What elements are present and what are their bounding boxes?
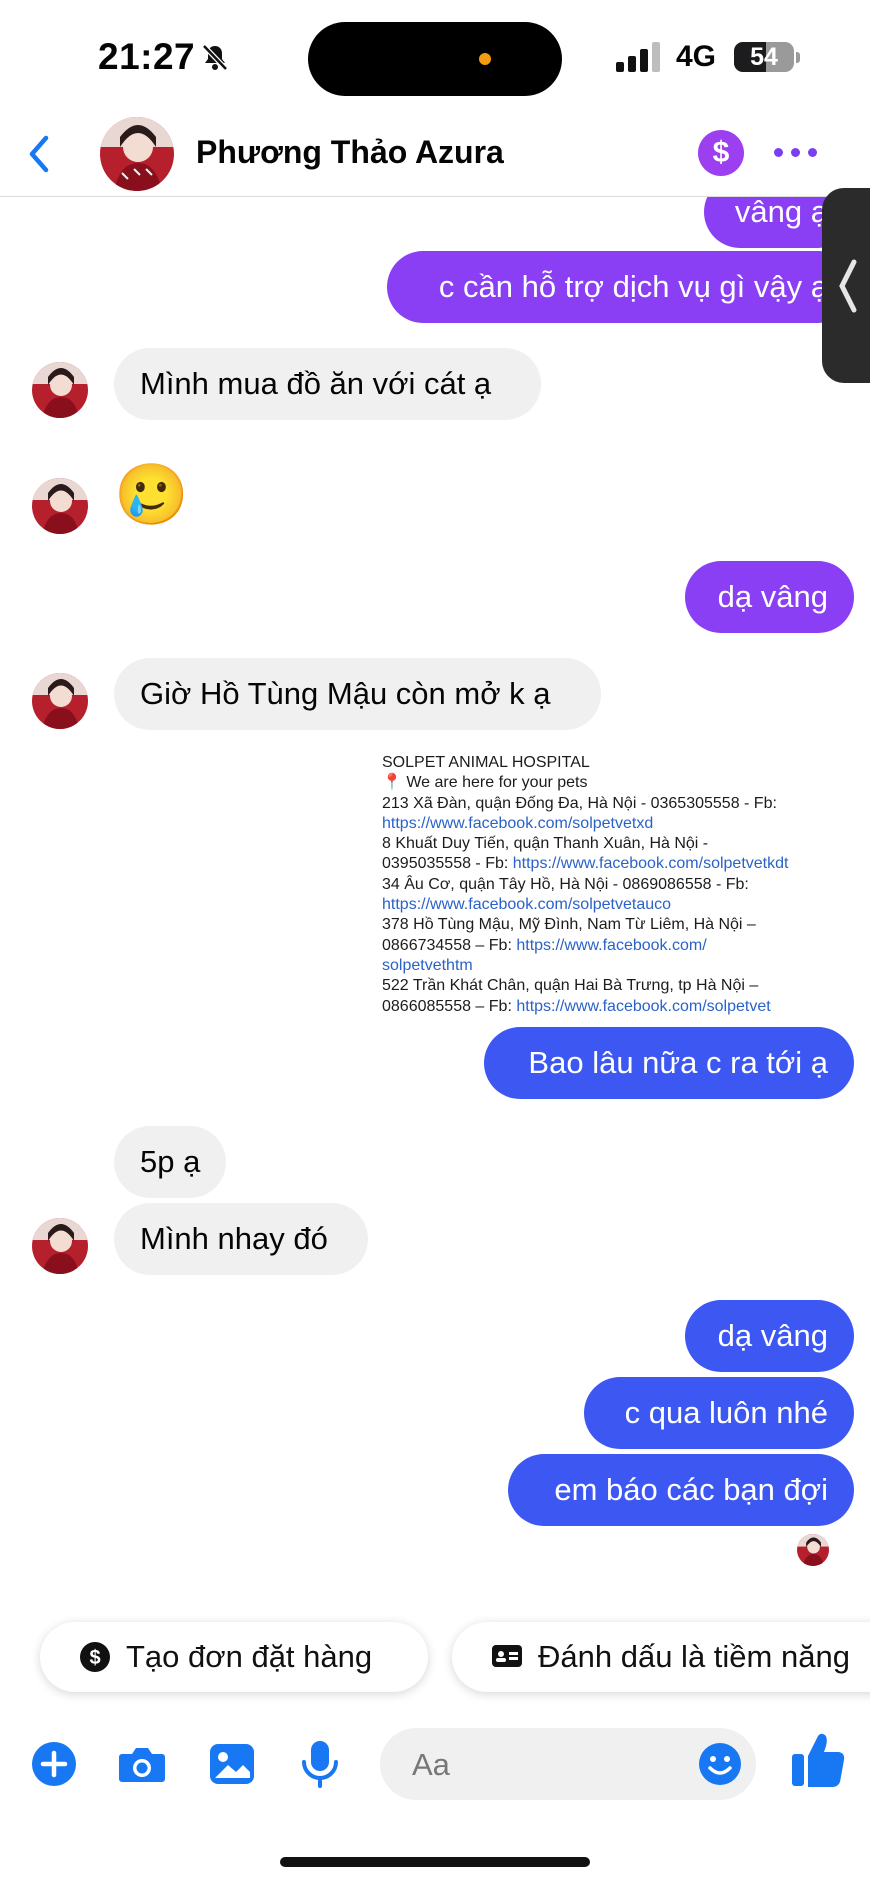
create-order-chip[interactable]: $ Tạo đơn đặt hàng xyxy=(40,1622,428,1692)
microphone-icon[interactable] xyxy=(294,1738,346,1790)
chevron-left-icon xyxy=(839,259,857,313)
sender-avatar[interactable] xyxy=(32,1218,88,1274)
info-line: 0866734558 – Fb: https://www.facebook.co… xyxy=(382,936,707,954)
mark-potential-chip[interactable]: Đánh dấu là tiềm năng xyxy=(452,1622,870,1692)
sender-avatar[interactable] xyxy=(32,673,88,729)
contact-avatar[interactable] xyxy=(100,117,174,191)
sender-avatar[interactable] xyxy=(32,362,88,418)
message-bubble-outgoing[interactable]: dạ vâng xyxy=(685,561,854,633)
gallery-icon[interactable] xyxy=(206,1738,258,1790)
contact-name[interactable]: Phương Thảo Azura xyxy=(196,134,504,171)
emoji-icon[interactable] xyxy=(698,1742,742,1786)
shared-image-hospital-info[interactable]: SOLPET ANIMAL HOSPITAL 📍 We are here for… xyxy=(382,753,852,1017)
message-bubble-outgoing[interactable]: dạ vâng xyxy=(685,1300,854,1372)
indicator-dot xyxy=(479,53,491,65)
status-bar: 21:27 4G 54 xyxy=(0,0,870,110)
message-bubble-incoming[interactable]: Mình mua đồ ăn với cát ạ xyxy=(114,348,541,420)
info-line: 34 Âu Cơ, quận Tây Hồ, Hà Nội - 08690865… xyxy=(382,875,749,893)
message-bubble-outgoing[interactable]: Bao lâu nữa c ra tới ạ xyxy=(484,1027,854,1099)
dot-icon xyxy=(774,148,783,157)
emoji-message[interactable]: 🥲 xyxy=(114,459,189,531)
info-line: 213 Xã Đàn, quận Đống Đa, Hà Nội - 03653… xyxy=(382,794,777,812)
back-chevron-icon[interactable] xyxy=(20,132,60,176)
status-time: 21:27 xyxy=(98,36,196,77)
message-bubble-incoming[interactable]: Giờ Hồ Tùng Mậu còn mở k ạ xyxy=(114,658,601,730)
battery-percent: 54 xyxy=(750,43,778,71)
info-line: 522 Trần Khát Chân, quận Hai Bà Trưng, t… xyxy=(382,977,759,995)
message-bubble-outgoing[interactable]: c cần hỗ trợ dịch vụ gì vậy ạ xyxy=(387,251,854,323)
more-options-button[interactable] xyxy=(774,148,818,160)
plus-icon[interactable] xyxy=(30,1738,82,1790)
info-line: 📍 We are here for your pets xyxy=(382,774,588,792)
message-bubble-incoming[interactable]: Mình nhay đó xyxy=(114,1203,368,1275)
read-receipt-avatar xyxy=(797,1534,829,1566)
payment-button[interactable]: $ xyxy=(698,130,744,176)
chip-label: Đánh dấu là tiềm năng xyxy=(538,1639,850,1674)
chat-header: Phương Thảo Azura $ xyxy=(0,110,870,197)
home-indicator[interactable] xyxy=(280,1857,590,1867)
signal-icon xyxy=(616,42,660,72)
message-list[interactable]: vâng ạ c cần hỗ trợ dịch vụ gì vậy ạ Mìn… xyxy=(0,176,870,1597)
message-bubble-outgoing[interactable]: c qua luôn nhé xyxy=(584,1377,854,1449)
message-input[interactable] xyxy=(410,1728,664,1802)
camera-icon[interactable] xyxy=(116,1738,168,1790)
sender-avatar[interactable] xyxy=(32,478,88,534)
bell-off-icon xyxy=(202,44,228,71)
info-line: https://www.facebook.com/solpetvetauco xyxy=(382,896,672,914)
info-line: SOLPET ANIMAL HOSPITAL xyxy=(382,754,590,771)
message-bubble-incoming[interactable]: 5p ạ xyxy=(114,1126,226,1198)
message-input-box[interactable] xyxy=(380,1728,756,1802)
info-line: 378 Hồ Tùng Mậu, Mỹ Đình, Nam Từ Liêm, H… xyxy=(382,916,756,934)
dot-icon xyxy=(808,148,817,157)
message-bubble-outgoing[interactable]: em báo các bạn đợi xyxy=(508,1454,854,1526)
dynamic-island xyxy=(308,22,562,96)
network-label: 4G xyxy=(676,40,717,73)
dot-icon xyxy=(791,148,800,157)
dollar-circle-icon: $ xyxy=(80,1642,110,1672)
side-panel-handle[interactable] xyxy=(822,188,870,383)
info-line: 8 Khuất Duy Tiến, quận Thanh Xuân, Hà Nộ… xyxy=(382,835,709,853)
battery-tip xyxy=(796,52,800,63)
info-line: https://www.facebook.com/solpetvetxd xyxy=(382,814,654,832)
info-line: 0866085558 – Fb: https://www.facebook.co… xyxy=(382,997,771,1015)
thumbs-up-icon[interactable] xyxy=(790,1730,846,1790)
info-line: solpetvethtm xyxy=(382,956,473,974)
battery-icon: 54 xyxy=(734,42,794,72)
chip-label: Tạo đơn đặt hàng xyxy=(126,1639,373,1674)
id-card-icon xyxy=(492,1645,522,1667)
info-line: 0395035558 - Fb: https://www.facebook.co… xyxy=(382,855,789,873)
svg-text:$: $ xyxy=(89,1647,100,1669)
message-composer xyxy=(0,1720,870,1810)
